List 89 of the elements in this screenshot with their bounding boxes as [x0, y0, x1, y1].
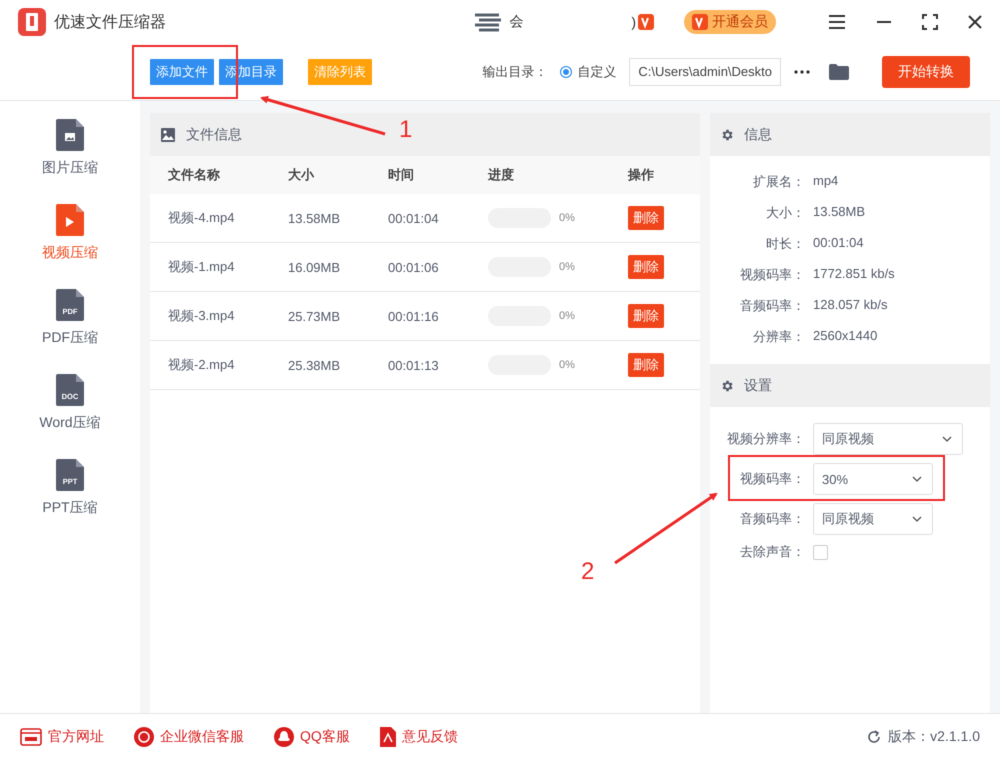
window-title: 优速文件压缩器 [54, 12, 166, 32]
table-cell-text: 00:01:16 [388, 308, 440, 324]
close-icon[interactable] [968, 15, 982, 29]
vip-icon [692, 14, 708, 30]
sidebar-item[interactable]: 图片压缩 [42, 119, 98, 204]
chevron-down-icon [912, 516, 922, 522]
chevron-down-icon [942, 436, 952, 442]
image-icon [160, 126, 176, 142]
more-icon[interactable] [794, 70, 810, 74]
delete-button[interactable]: 删除 [628, 255, 664, 279]
dropdown[interactable]: 30% [813, 463, 933, 495]
start-button[interactable]: 开始转换 [882, 56, 970, 88]
output-label: 输出目录： [482, 63, 548, 81]
folder-icon[interactable] [829, 64, 849, 80]
table-cell-text: 00:01:04 [388, 210, 440, 226]
title-text: 会 [509, 13, 524, 31]
column-header: 时间 [388, 166, 415, 184]
delete-button[interactable]: 删除 [628, 304, 664, 328]
settings-icon [720, 378, 734, 392]
footer-link[interactable]: 企业微信客服 [134, 727, 244, 747]
dropdown[interactable]: 同原视频 [813, 503, 933, 535]
table-cell-text: 00:01:13 [388, 358, 440, 372]
radio-label: 自定义 [577, 63, 616, 81]
progress-text: 0% [559, 359, 575, 371]
vip-icon [638, 14, 654, 30]
panel-title: 信息 [744, 126, 772, 144]
column-header: 进度 [488, 166, 515, 184]
table-cell-text: 视频-4.mp4 [168, 209, 236, 227]
web-icon [20, 728, 42, 746]
setting-label: 去除声音： [739, 543, 805, 561]
table-cell-text: 13.58MB [288, 210, 342, 226]
footer-link[interactable]: QQ客服 [274, 727, 350, 747]
field-label: 大小： [765, 204, 805, 222]
checkbox[interactable] [813, 544, 828, 560]
fullscreen-icon[interactable] [922, 14, 938, 30]
setting-label: 音频码率： [739, 510, 805, 528]
table-cell-text: 25.38MB [288, 358, 342, 372]
refresh-icon [866, 729, 882, 745]
setting-label: 视频码率： [739, 470, 805, 488]
field-value: 00:01:04 [813, 235, 865, 252]
field-value: 1772.851 kb/s [813, 266, 896, 283]
panel-title: 文件信息 [186, 126, 242, 144]
image-file-icon [56, 119, 84, 151]
column-header: 文件名称 [168, 166, 221, 184]
table-cell-text: 25.73MB [288, 308, 342, 324]
column-header: 大小 [288, 166, 316, 184]
vip-button[interactable]: 开通会员 [684, 10, 776, 34]
setting-label: 视频分辨率： [726, 430, 805, 448]
version-text: 版本：v2.1.1.0 [888, 728, 980, 746]
progress-text: 0% [559, 261, 575, 273]
column-header: 操作 [628, 166, 655, 184]
title-text: ) [631, 14, 636, 30]
footer-link[interactable]: 官方网址 [20, 728, 104, 746]
radio-button[interactable] [560, 66, 572, 78]
video-file-icon [56, 204, 84, 236]
annotation-number: 2 [581, 560, 594, 584]
progress-text: 0% [559, 212, 575, 224]
chevron-down-icon [912, 476, 922, 482]
chat-icon [134, 727, 154, 747]
field-value: 128.057 kb/s [813, 297, 888, 314]
footer-link[interactable]: 意见反馈 [380, 727, 458, 747]
striped-logo-icon [473, 11, 504, 33]
delete-button[interactable]: 删除 [628, 353, 664, 377]
penguin-icon [274, 727, 294, 747]
table-cell-text: 视频-1.mp4 [168, 258, 236, 276]
field-label: 扩展名： [752, 173, 805, 191]
field-label: 时长： [765, 235, 805, 253]
dropdown[interactable]: 同原视频 [813, 423, 963, 455]
sidebar-item[interactable]: 视频压缩 [42, 204, 98, 289]
field-label: 视频码率： [739, 266, 805, 284]
panel-title: 设置 [744, 376, 772, 394]
field-value: mp4 [813, 173, 840, 190]
field-label: 音频码率： [739, 297, 805, 315]
field-value: 13.58MB [813, 204, 866, 221]
app-logo-icon [18, 8, 46, 36]
settings-icon [720, 128, 734, 142]
toolbar-button[interactable]: 添加文件 [150, 59, 214, 85]
annotation-number: 1 [399, 118, 412, 142]
menu-icon[interactable] [828, 15, 846, 29]
path-field[interactable]: C:\Users\admin\Deskto [629, 58, 781, 86]
table-cell-text: 00:01:06 [388, 260, 440, 274]
document-icon [380, 727, 396, 747]
field-value: 2560x1440 [813, 328, 878, 345]
progress-text: 0% [559, 310, 575, 322]
table-cell-text: 视频-2.mp4 [168, 356, 236, 374]
table-cell-text: 16.09MB [288, 260, 342, 274]
table-cell-text: 视频-3.mp4 [168, 307, 236, 325]
field-label: 分辨率： [752, 328, 805, 346]
delete-button[interactable]: 删除 [628, 206, 664, 230]
